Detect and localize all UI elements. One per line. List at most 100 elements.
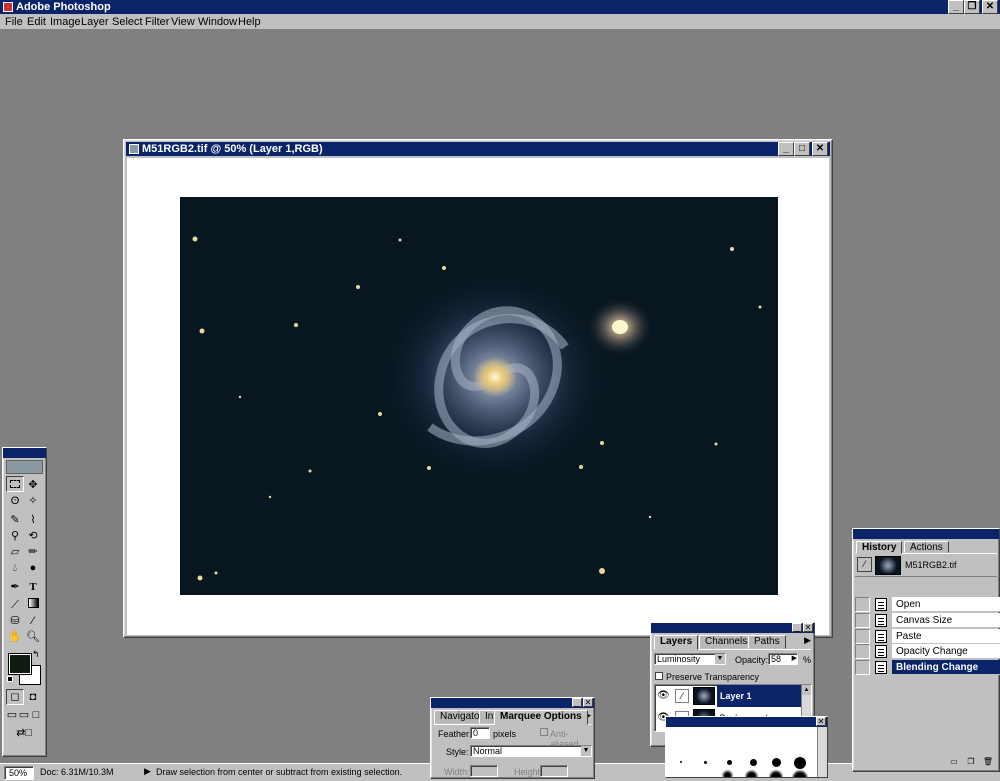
- menu-window[interactable]: Window: [198, 16, 237, 28]
- new-document-icon[interactable]: ▭: [947, 757, 961, 767]
- screen-mode-icon[interactable]: ▭: [6, 707, 18, 723]
- doc-close-button[interactable]: ✕: [812, 142, 828, 156]
- tab-channels[interactable]: Channels: [699, 635, 754, 649]
- brush-tip[interactable]: [750, 759, 757, 766]
- eyedropper-icon[interactable]: ⁄: [24, 613, 42, 629]
- brush-tip[interactable]: [746, 771, 757, 777]
- default-colors-icon[interactable]: [7, 676, 13, 682]
- doc-minimize-button[interactable]: _: [778, 142, 794, 156]
- tab-layers[interactable]: Layers: [654, 635, 699, 650]
- history-brush-icon[interactable]: ⟲: [24, 528, 42, 544]
- app-restore-button[interactable]: ❐: [964, 0, 980, 14]
- menu-view[interactable]: View: [171, 16, 195, 28]
- panel-close-icon[interactable]: ✕: [583, 698, 593, 707]
- trash-icon[interactable]: 🗑︎: [981, 757, 995, 767]
- chevron-down-icon[interactable]: ▼: [581, 746, 591, 756]
- brush-tip[interactable]: [680, 761, 682, 763]
- panel-minimize-icon[interactable]: _: [792, 623, 802, 632]
- tab-paths[interactable]: Paths: [748, 635, 786, 649]
- eraser-icon[interactable]: ▱: [6, 544, 24, 560]
- eye-icon[interactable]: 👁︎: [657, 690, 670, 701]
- new-snapshot-icon[interactable]: ❐: [964, 757, 978, 767]
- anti-aliased-checkbox[interactable]: [540, 728, 548, 736]
- blur-icon[interactable]: 💧︎: [6, 560, 24, 576]
- app-minimize-button[interactable]: _: [948, 0, 964, 14]
- menu-select[interactable]: Select: [112, 16, 143, 28]
- style-select[interactable]: Normal ▼: [470, 745, 592, 757]
- history-state-selected[interactable]: Blending Change: [855, 660, 1000, 675]
- swap-colors-icon[interactable]: ↰: [32, 649, 40, 660]
- full-screen-menu-icon[interactable]: ▭: [18, 707, 30, 723]
- airbrush-icon[interactable]: ✎: [6, 512, 24, 528]
- width-input[interactable]: [470, 765, 498, 777]
- layers-panel-titlebar[interactable]: _ ✕: [651, 623, 814, 633]
- layer-name-selected[interactable]: Layer 1: [717, 685, 801, 707]
- type-tool-icon[interactable]: T: [24, 579, 42, 595]
- snapshot-name[interactable]: M51RGB2.tif: [905, 560, 957, 570]
- magic-wand-icon[interactable]: ✧: [24, 493, 42, 509]
- history-state[interactable]: Paste: [855, 629, 1000, 644]
- preserve-transparency-checkbox[interactable]: [655, 672, 663, 680]
- chevron-down-icon[interactable]: ▼: [715, 654, 725, 664]
- gradient-icon[interactable]: [24, 595, 42, 611]
- brush-tip[interactable]: [793, 771, 807, 777]
- doc-size[interactable]: Doc: 6.31M/10.3M: [40, 767, 114, 777]
- history-state[interactable]: Canvas Size: [855, 613, 1000, 628]
- brushes-scrollbar[interactable]: [817, 727, 827, 777]
- standard-mode-icon[interactable]: ◻: [6, 689, 24, 705]
- rubber-stamp-icon[interactable]: ⚲: [6, 528, 24, 544]
- panel-minimize-icon[interactable]: _: [572, 698, 582, 707]
- brush-tip[interactable]: [723, 771, 732, 777]
- burn-icon[interactable]: ●: [24, 560, 42, 576]
- panel-close-icon[interactable]: ✕: [816, 717, 826, 726]
- quick-mask-icon[interactable]: ◘: [24, 689, 42, 705]
- feather-input[interactable]: 0: [470, 727, 490, 739]
- opacity-input[interactable]: 58 ▶: [768, 653, 798, 665]
- move-tool-icon[interactable]: ✥: [24, 477, 42, 493]
- zoom-tool-icon[interactable]: 🔍︎: [24, 629, 42, 645]
- brush-tip[interactable]: [770, 771, 782, 777]
- pencil-icon[interactable]: ✏: [24, 544, 42, 560]
- brush-tip[interactable]: [794, 757, 806, 769]
- snapshot-brush-icon[interactable]: ⁄: [857, 557, 872, 572]
- brush-tip[interactable]: [727, 760, 732, 765]
- history-panel-titlebar[interactable]: [853, 529, 999, 539]
- history-state[interactable]: Open: [855, 597, 1000, 612]
- full-screen-icon[interactable]: □: [30, 707, 42, 723]
- layer-row[interactable]: 👁︎ ⁄ Layer 1: [655, 685, 801, 707]
- marquee-tool-icon[interactable]: [6, 476, 24, 492]
- lasso-tool-icon[interactable]: ʘ: [6, 493, 24, 509]
- menu-edit[interactable]: Edit: [27, 16, 46, 28]
- tab-marquee-options[interactable]: Marquee Options: [494, 710, 588, 725]
- menu-filter[interactable]: Filter: [145, 16, 169, 28]
- opacity-arrow-icon[interactable]: ▶: [792, 654, 797, 664]
- panel-menu-arrow-icon[interactable]: ▶: [804, 635, 811, 646]
- tab-actions[interactable]: Actions: [904, 541, 949, 553]
- brush-icon[interactable]: ⁄: [675, 689, 689, 703]
- brush-tip[interactable]: [704, 761, 707, 764]
- menu-image[interactable]: Image: [50, 16, 81, 28]
- brushes-panel-titlebar[interactable]: ✕: [666, 717, 827, 727]
- status-arrow-icon[interactable]: ▶: [144, 766, 151, 777]
- height-input[interactable]: [540, 765, 568, 777]
- toolbox-titlebar[interactable]: [3, 448, 46, 458]
- history-state[interactable]: Opacity Change: [855, 644, 1000, 659]
- brush-tip[interactable]: [772, 758, 781, 767]
- hand-tool-icon[interactable]: ✋: [6, 629, 24, 645]
- zoom-field[interactable]: 50%: [4, 766, 34, 780]
- doc-maximize-button[interactable]: □: [794, 142, 810, 156]
- app-close-button[interactable]: ✕: [982, 0, 998, 14]
- paintbrush-icon[interactable]: ⌇: [24, 512, 42, 528]
- marquee-panel-titlebar[interactable]: _ ✕: [431, 698, 594, 708]
- app-icon[interactable]: [3, 2, 13, 12]
- measure-icon[interactable]: ⟋: [6, 597, 24, 613]
- tab-history[interactable]: History: [856, 541, 903, 554]
- brush-grid[interactable]: [666, 727, 827, 777]
- paint-bucket-icon[interactable]: ⛁: [6, 613, 24, 629]
- jump-to-imageready-icon[interactable]: ⇄□: [6, 725, 42, 741]
- panel-close-icon[interactable]: ✕: [803, 623, 813, 632]
- pen-tool-icon[interactable]: ✒: [6, 579, 24, 595]
- menu-layer[interactable]: Layer: [81, 16, 109, 28]
- canvas-area[interactable]: [127, 158, 829, 635]
- snapshot-thumbnail[interactable]: [875, 556, 901, 575]
